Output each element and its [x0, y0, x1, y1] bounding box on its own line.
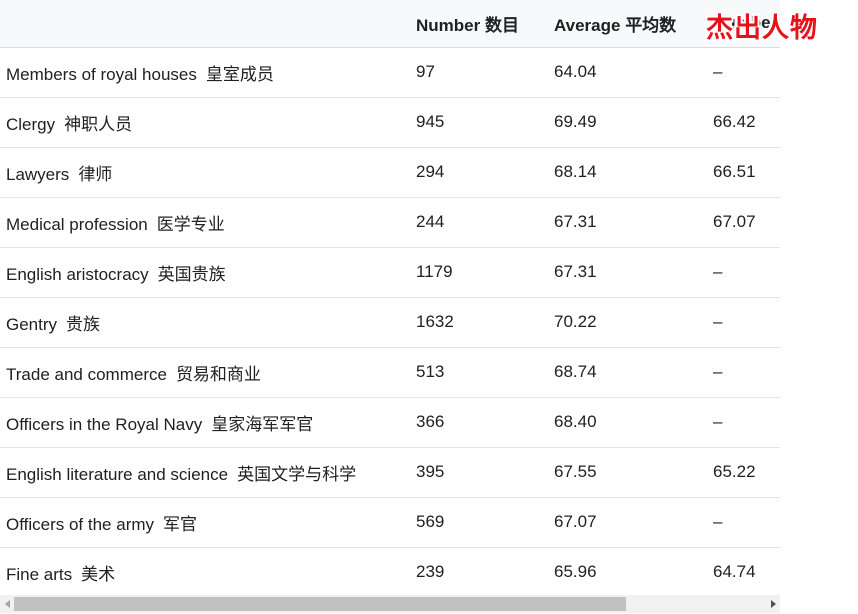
- extra-cell: –: [705, 247, 780, 298]
- category-cell: Members of royal houses 皇室成员: [0, 47, 408, 98]
- column-header-number: Number 数目: [408, 0, 546, 48]
- arrow-right-icon: [770, 600, 776, 608]
- number-cell: 366: [408, 397, 546, 448]
- category-label-zh: 英国贵族: [157, 264, 226, 284]
- average-cell: 65.96: [546, 546, 705, 594]
- table-row: Members of royal houses 皇室成员 97 64.04 –: [0, 47, 780, 98]
- table-row: Fine arts 美术 239 65.96 64.74: [0, 546, 780, 594]
- category-label-zh: 皇室成员: [205, 64, 274, 84]
- number-cell: 513: [408, 347, 546, 398]
- horizontal-scrollbar[interactable]: [0, 595, 780, 613]
- category-cell: Lawyers 律师: [0, 146, 408, 198]
- average-cell: 68.40: [546, 397, 705, 448]
- number-cell: 244: [408, 197, 546, 248]
- extra-cell: –: [705, 347, 780, 398]
- category-label-zh: 英国文学与科学: [237, 464, 357, 484]
- extra-cell: –: [705, 296, 780, 348]
- overlay-title: 杰出人物: [706, 13, 818, 43]
- extra-cell: –: [705, 397, 780, 448]
- table-header-row: Number 数目 Average 平均数 Number: [0, 0, 780, 48]
- extra-cell: 67.07: [705, 197, 780, 248]
- average-cell: 70.22: [546, 296, 705, 348]
- table-row: Officers in the Royal Navy 皇家海军军官 366 68.…: [0, 397, 780, 448]
- table-row: Trade and commerce 贸易和商业 513 68.74 –: [0, 347, 780, 398]
- category-label-zh: 军官: [163, 514, 198, 534]
- scrollbar-thumb[interactable]: [14, 597, 626, 611]
- arrow-left-icon: [4, 600, 10, 608]
- extra-cell: 66.42: [705, 97, 780, 148]
- average-cell: 68.14: [546, 146, 705, 198]
- category-label-en: Gentry: [6, 314, 58, 334]
- table-row: English aristocracy 英国贵族 1179 67.31 –: [0, 247, 780, 298]
- column-header-average: Average 平均数: [546, 0, 705, 48]
- category-label-zh: 美术: [81, 564, 116, 584]
- data-table: Number 数目 Average 平均数 Number Members of …: [0, 0, 780, 594]
- extra-cell: –: [705, 47, 780, 98]
- page-viewport: 杰出人物 Number 数目 Average 平均数 Number Member…: [0, 0, 858, 614]
- category-label-en: Trade and commerce: [6, 364, 167, 384]
- table-container: Number 数目 Average 平均数 Number Members of …: [0, 0, 780, 594]
- category-label-zh: 医学专业: [156, 214, 225, 234]
- number-cell: 97: [408, 47, 546, 98]
- average-cell: 68.74: [546, 347, 705, 398]
- scroll-right-button[interactable]: [766, 595, 780, 613]
- extra-cell: 66.51: [705, 146, 780, 198]
- number-cell: 294: [408, 146, 546, 198]
- category-label-en: Medical profession: [6, 214, 148, 234]
- category-cell: English literature and science 英国文学与科学: [0, 447, 408, 498]
- average-cell: 69.49: [546, 97, 705, 148]
- number-cell: 1179: [408, 247, 546, 298]
- category-cell: Medical profession 医学专业: [0, 197, 408, 248]
- category-label-en: Officers of the army: [6, 514, 155, 534]
- number-cell: 1632: [408, 296, 546, 348]
- category-cell: Officers in the Royal Navy 皇家海军军官: [0, 397, 408, 448]
- category-cell: English aristocracy 英国贵族: [0, 247, 408, 298]
- table-row: Officers of the army 军官 569 67.07 –: [0, 497, 780, 548]
- column-header-category: [0, 0, 408, 48]
- number-cell: 569: [408, 497, 546, 548]
- category-label-en: Clergy: [6, 114, 56, 134]
- category-label-en: Members of royal houses: [6, 64, 197, 84]
- category-label-en: English aristocracy: [6, 264, 149, 284]
- category-label-en: English literature and science: [6, 464, 229, 484]
- category-cell: Gentry 贵族: [0, 296, 408, 348]
- category-cell: Officers of the army 军官: [0, 497, 408, 548]
- category-cell: Trade and commerce 贸易和商业: [0, 347, 408, 398]
- category-cell: Clergy 神职人员: [0, 97, 408, 148]
- table-row: Medical profession 医学专业 244 67.31 67.07: [0, 197, 780, 248]
- category-label-zh: 皇家海军军官: [211, 414, 314, 434]
- number-cell: 239: [408, 546, 546, 594]
- extra-cell: –: [705, 497, 780, 548]
- scroll-left-button[interactable]: [0, 595, 14, 613]
- category-cell: Fine arts 美术: [0, 546, 408, 594]
- number-cell: 945: [408, 97, 546, 148]
- category-label-en: Lawyers: [6, 164, 70, 184]
- category-label-zh: 神职人员: [64, 114, 133, 134]
- category-label-en: Fine arts: [6, 564, 73, 584]
- category-label-en: Officers in the Royal Navy: [6, 414, 203, 434]
- table-row: English literature and science 英国文学与科学 39…: [0, 447, 780, 498]
- extra-cell: 64.74: [705, 546, 780, 594]
- average-cell: 67.07: [546, 497, 705, 548]
- table-row: Clergy 神职人员 945 69.49 66.42: [0, 97, 780, 148]
- table-row: Gentry 贵族 1632 70.22 –: [0, 296, 780, 348]
- average-cell: 67.55: [546, 447, 705, 498]
- category-label-zh: 律师: [78, 164, 113, 184]
- number-cell: 395: [408, 447, 546, 498]
- average-cell: 67.31: [546, 197, 705, 248]
- average-cell: 64.04: [546, 47, 705, 98]
- category-label-zh: 贸易和商业: [175, 364, 261, 384]
- table-row: Lawyers 律师 294 68.14 66.51: [0, 146, 780, 198]
- extra-cell: 65.22: [705, 447, 780, 498]
- category-label-zh: 贵族: [66, 314, 101, 334]
- average-cell: 67.31: [546, 247, 705, 298]
